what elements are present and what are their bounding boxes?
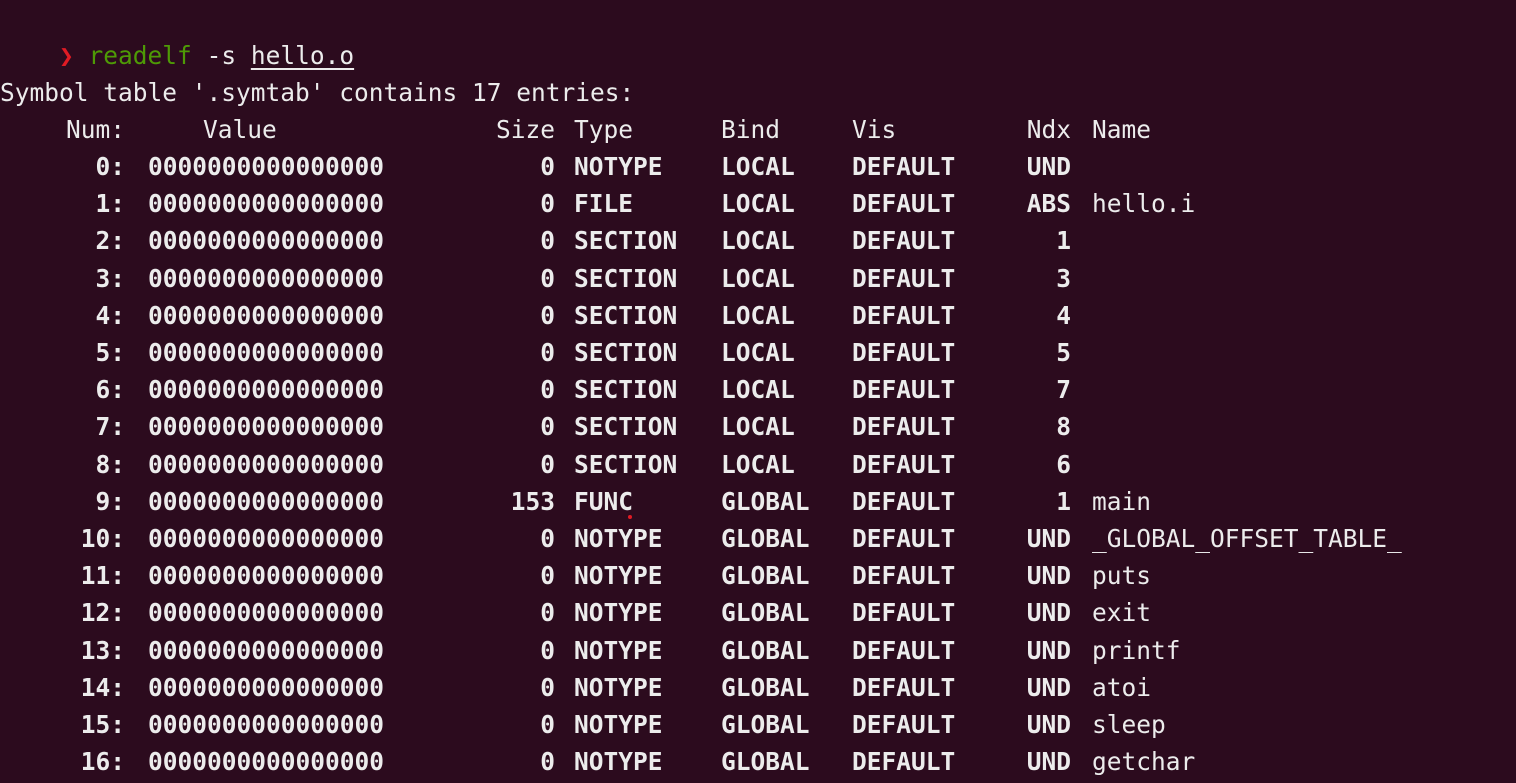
partial-next-line	[0, 774, 1516, 783]
cell-ndx: UND	[1026, 672, 1071, 702]
table-row: 13: 0000000000000000 0 NOTYPE GLOBAL DEFAULT U…	[0, 632, 1516, 669]
table-row: 8: 0000000000000000 0 SECTION LOCAL DEFAULT 6	[0, 446, 1516, 483]
command-name: readelf	[88, 41, 192, 70]
table-row: 2: 0000000000000000 0 SECTION LOCAL DEFAULT 1	[0, 222, 1516, 259]
table-row: 7: 0000000000000000 0 SECTION LOCAL DEFAULT 8	[0, 408, 1516, 445]
table-row: 3: 0000000000000000 0 SECTION LOCAL DEFAULT 3	[0, 260, 1516, 297]
cell-ndx: ABS	[1026, 189, 1071, 219]
header-name: Name	[1092, 115, 1152, 144]
cell-ndx: UND	[1026, 152, 1071, 181]
cell-name: atoi	[1092, 672, 1152, 702]
table-row: 1: 0000000000000000 0 FILE LOCAL DEFAULT ABS he…	[0, 185, 1516, 222]
cell-ndx: 5	[1056, 338, 1071, 367]
prompt-arrow-icon: ❯	[59, 41, 74, 70]
cell-name: sleep	[1092, 710, 1166, 739]
command-file: hello.o	[250, 41, 355, 70]
cell-ndx: UND	[1026, 524, 1071, 553]
command-flag: -s	[191, 41, 251, 70]
command-line: ❯ readelf -s hello.o	[0, 0, 354, 70]
cursor-dot	[628, 515, 632, 519]
cell-ndx: 8	[1056, 412, 1071, 442]
cell-ndx: 3	[1056, 263, 1071, 293]
cell-name: printf	[1092, 635, 1181, 665]
cell-ndx: UND	[1026, 598, 1071, 628]
table-row: 14: 0000000000000000 0 NOTYPE GLOBAL DEFAULT U…	[0, 669, 1516, 706]
cell-ndx: UND	[1026, 710, 1071, 739]
header-ndx: Ndx	[1026, 115, 1071, 144]
table-row: 9: 0000000000000000 153 FUNC GLOBAL DEFAULT 1 m…	[0, 483, 1516, 520]
cell-name: hello.i	[1092, 189, 1196, 219]
table-row: 11: 0000000000000000 0 NOTYPE GLOBAL DEFAULT U…	[0, 557, 1516, 594]
cell-ndx: 4	[1056, 300, 1071, 330]
cell-ndx: 1	[1056, 226, 1071, 256]
symbol-table-title: Symbol table '.symtab' contains 17 entri…	[0, 78, 635, 107]
cell-name: main	[1092, 486, 1152, 516]
table-header: Num: Value Size Type Bind Vis Ndx Name	[0, 111, 1516, 148]
cell-ndx: 6	[1056, 449, 1071, 479]
cell-ndx: 7	[1056, 375, 1071, 405]
table-row: 12: 0000000000000000 0 NOTYPE GLOBAL DEFAULT U…	[0, 594, 1516, 631]
cell-name: exit	[1092, 598, 1152, 628]
table-row: 10: 0000000000000000 0 NOTYPE GLOBAL DEFAULT U…	[0, 520, 1516, 557]
cell-ndx: 1	[1056, 486, 1071, 516]
cell-name: _GLOBAL_OFFSET_TABLE_	[1092, 524, 1402, 553]
cell-ndx: UND	[1026, 635, 1071, 665]
cell-name: puts	[1092, 561, 1152, 591]
table-row: 5: 0000000000000000 0 SECTION LOCAL DEFAULT 5	[0, 334, 1516, 371]
cell-ndx: UND	[1026, 561, 1071, 591]
terminal-window[interactable]: ❯ readelf -s hello.o Symbol table '.symt…	[0, 0, 1516, 783]
table-row: 4: 0000000000000000 0 SECTION LOCAL DEFAULT 4	[0, 297, 1516, 334]
table-row: 6: 0000000000000000 0 SECTION LOCAL DEFAULT 7	[0, 371, 1516, 408]
table-row: 15: 0000000000000000 0 NOTYPE GLOBAL DEFAULT U…	[0, 706, 1516, 743]
table-row: 0: 0000000000000000 0 NOTYPE LOCAL DEFAULT UND	[0, 148, 1516, 185]
